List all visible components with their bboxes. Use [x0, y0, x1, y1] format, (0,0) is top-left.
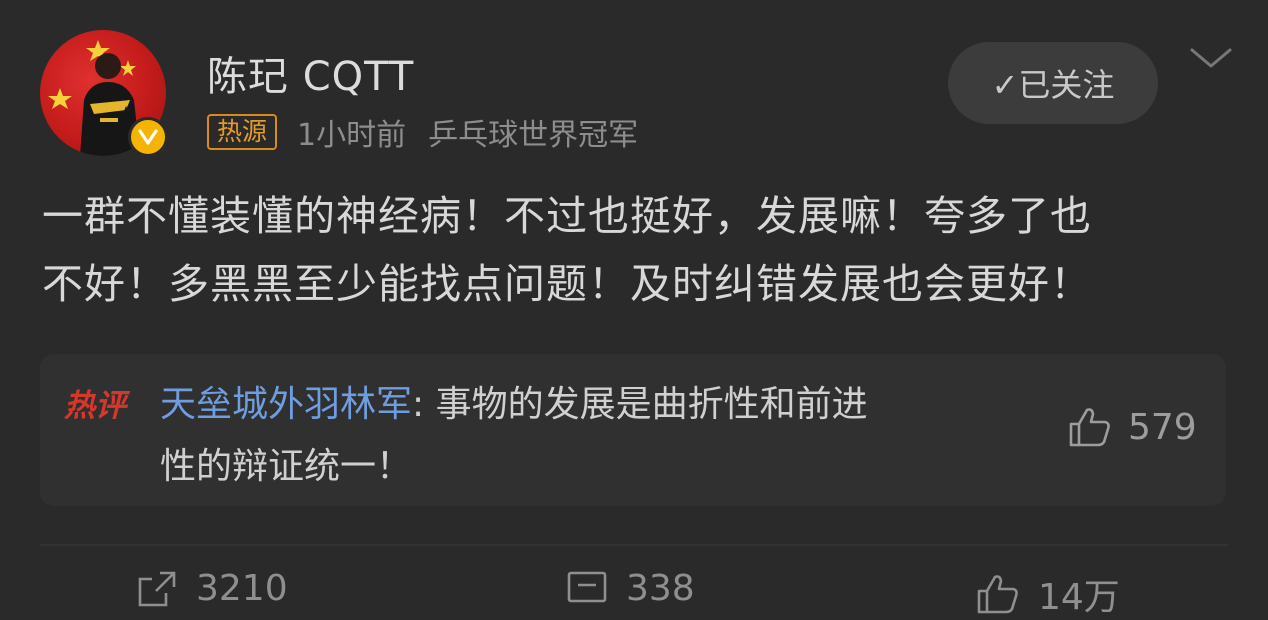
- comment-button[interactable]: 338: [566, 568, 695, 609]
- comment-count: 338: [626, 568, 695, 609]
- hot-comment-line: 性的辩证统一！: [160, 446, 413, 487]
- hot-comment-line: 事物的发展是曲折性和前进: [435, 384, 868, 425]
- action-bar: 3210 338 14万: [0, 560, 1268, 620]
- repost-button[interactable]: 3210: [136, 568, 288, 609]
- verified-badge-icon: [128, 117, 168, 157]
- follow-button-label: ✓已关注: [991, 66, 1115, 104]
- post-text-line: 一群不懂装懂的神经病！不过也挺好，发展嘛！夸多了也: [42, 192, 1092, 240]
- post-time: 1小时前: [297, 118, 407, 153]
- comment-icon: [567, 571, 607, 602]
- thumbs-up-icon: [1069, 408, 1110, 447]
- author-name[interactable]: 陈玘 CQTT: [207, 44, 414, 102]
- divider: [40, 544, 1228, 546]
- post-text-line: 不好！多黑黑至少能找点问题！及时纠错发展也会更好！: [42, 260, 1092, 308]
- repost-count: 3210: [196, 568, 288, 609]
- post-text: 一群不懂装懂的神经病！不过也挺好，发展嘛！夸多了也 不好！多黑黑至少能找点问题！…: [42, 182, 1232, 318]
- like-button[interactable]: 14万: [976, 568, 1120, 620]
- hot-comment-author[interactable]: 天垒城外羽林军: [160, 384, 412, 425]
- repost-icon: [138, 571, 176, 606]
- hot-comment-like-button[interactable]: 579: [1068, 406, 1197, 448]
- hot-comment-text: 天垒城外羽林军: 事物的发展是曲折性和前进 性的辩证统一！: [160, 374, 1040, 498]
- hot-comment-separator: :: [412, 384, 436, 425]
- hot-comment-badge: 热评: [64, 388, 126, 424]
- following-button[interactable]: ✓已关注: [948, 42, 1158, 124]
- hot-source-badge: 热源: [207, 114, 278, 150]
- post-meta: 热源 1小时前 乒乓球世界冠军: [207, 113, 639, 153]
- hot-comment-like-count: 579: [1128, 406, 1197, 448]
- weibo-post: 陈玘 CQTT 热源 1小时前 乒乓球世界冠军 ✓已关注 一群不懂装懂的神经病！…: [0, 0, 1268, 618]
- author-title: 乒乓球世界冠军: [428, 118, 639, 153]
- like-count: 14万: [1038, 577, 1120, 618]
- hot-comment-card[interactable]: 热评 天垒城外羽林军: 事物的发展是曲折性和前进 性的辩证统一！ 579: [40, 354, 1226, 506]
- chevron-down-icon[interactable]: [1188, 44, 1234, 74]
- thumbs-up-icon: [977, 575, 1018, 614]
